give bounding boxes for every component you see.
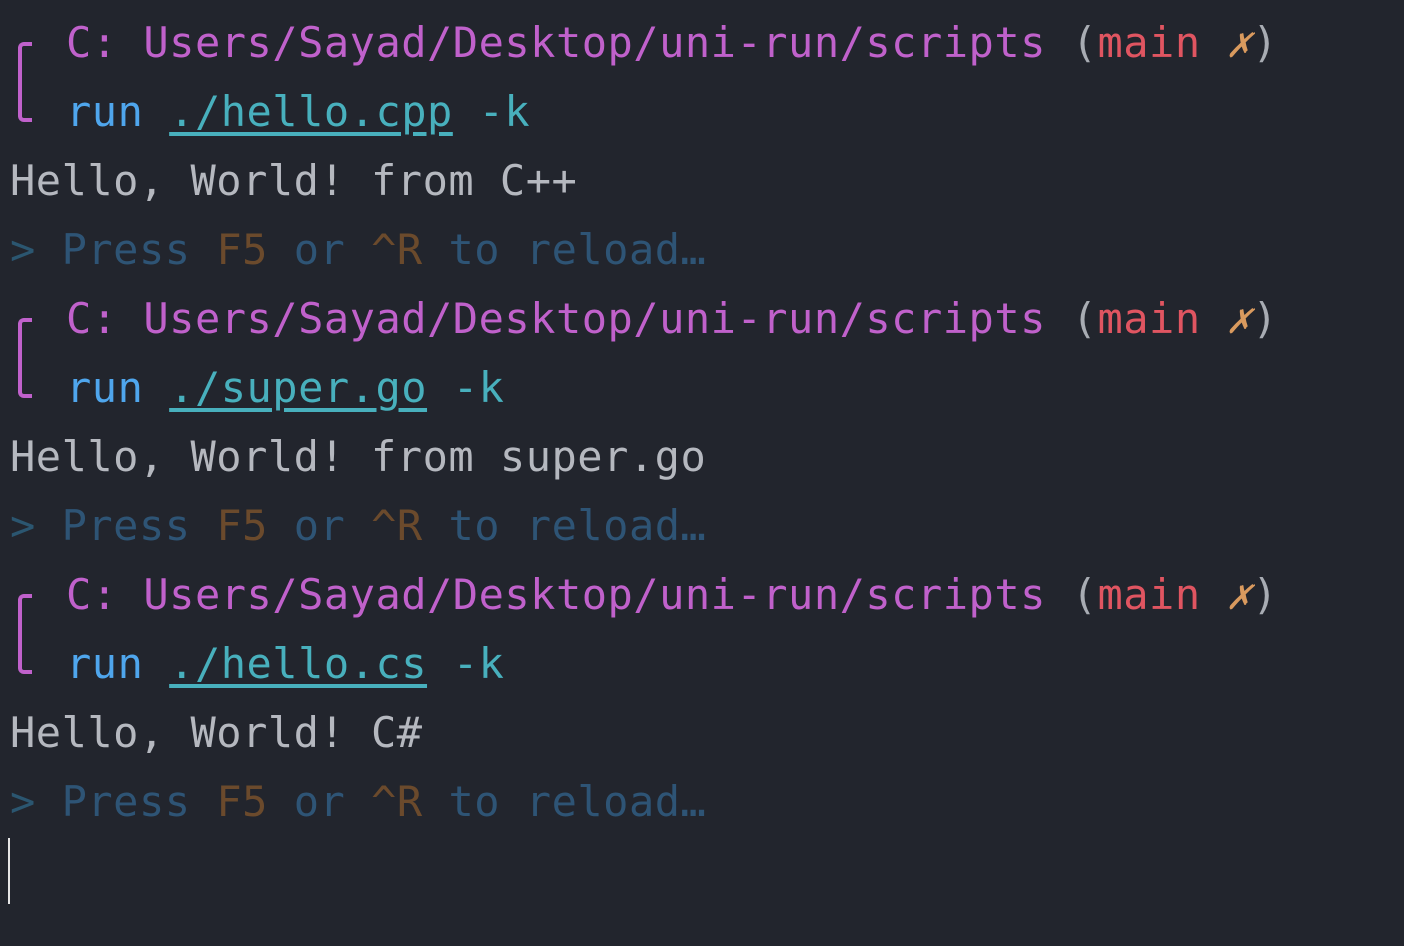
paren-close: ): [1252, 18, 1279, 67]
prompt-line: C: Users/Sayad/Desktop/uni-run/scripts (…: [66, 560, 1278, 629]
reload-hint: > Press F5 or ^R to reload…: [10, 215, 706, 284]
hint-rest: to reload…: [448, 501, 707, 550]
file-link[interactable]: ./hello.cs: [169, 639, 427, 688]
reload-hint: > Press F5 or ^R to reload…: [10, 767, 706, 836]
command-name: run: [66, 363, 144, 412]
command-line: run ./hello.cpp -k: [66, 77, 530, 146]
prompt-line: C: Users/Sayad/Desktop/uni-run/scripts (…: [66, 284, 1278, 353]
hint-rest: to reload…: [448, 777, 707, 826]
prompt-path: Users/Sayad/Desktop/uni-run/scripts: [143, 18, 1046, 67]
command-name: run: [66, 87, 144, 136]
file-link[interactable]: ./super.go: [169, 363, 427, 412]
git-dirty-icon: ✗: [1226, 294, 1253, 343]
prompt-path: Users/Sayad/Desktop/uni-run/scripts: [143, 570, 1046, 619]
hint-press: Press: [61, 225, 191, 274]
hint-key-f5: F5: [216, 777, 268, 826]
hint-arrow: >: [10, 777, 36, 826]
text-cursor[interactable]: [8, 838, 10, 904]
hint-or: or: [293, 501, 346, 550]
hint-key-ctrl-r: ^R: [371, 225, 423, 274]
file-link[interactable]: ./hello.cpp: [169, 87, 453, 136]
prompt-bracket: [18, 42, 32, 122]
output-line: Hello, World! C#: [10, 708, 423, 757]
prompt-path: Users/Sayad/Desktop/uni-run/scripts: [143, 294, 1046, 343]
hint-key-ctrl-r: ^R: [371, 777, 423, 826]
hint-key-f5: F5: [216, 501, 268, 550]
prompt-drive: C:: [66, 294, 118, 343]
reload-hint: > Press F5 or ^R to reload…: [10, 491, 706, 560]
hint-or: or: [293, 225, 346, 274]
hint-key-f5: F5: [216, 225, 268, 274]
terminal-window[interactable]: C: Users/Sayad/Desktop/uni-run/scripts (…: [0, 0, 1404, 946]
hint-rest: to reload…: [448, 225, 707, 274]
command-flag: -k: [452, 639, 505, 688]
paren-open: (: [1071, 570, 1098, 619]
prompt-bracket: [18, 318, 32, 398]
output-line: Hello, World! from C++: [10, 156, 578, 205]
hint-press: Press: [61, 501, 191, 550]
command-flag: -k: [478, 87, 531, 136]
hint-press: Press: [61, 777, 191, 826]
prompt-drive: C:: [66, 18, 118, 67]
prompt-line: C: Users/Sayad/Desktop/uni-run/scripts (…: [66, 8, 1278, 77]
prompt-bracket: [18, 594, 32, 674]
git-branch: main: [1097, 570, 1201, 619]
command-flag: -k: [452, 363, 505, 412]
paren-open: (: [1071, 294, 1098, 343]
command-line: run ./hello.cs -k: [66, 629, 504, 698]
command-name: run: [66, 639, 144, 688]
hint-arrow: >: [10, 501, 36, 550]
paren-close: ): [1252, 294, 1279, 343]
command-line: run ./super.go -k: [66, 353, 504, 422]
git-branch: main: [1097, 18, 1201, 67]
git-dirty-icon: ✗: [1226, 570, 1253, 619]
output-line: Hello, World! from super.go: [10, 432, 707, 481]
git-dirty-icon: ✗: [1226, 18, 1253, 67]
paren-close: ): [1252, 570, 1279, 619]
git-branch: main: [1097, 294, 1201, 343]
hint-or: or: [293, 777, 346, 826]
paren-open: (: [1071, 18, 1098, 67]
hint-key-ctrl-r: ^R: [371, 501, 423, 550]
hint-arrow: >: [10, 225, 36, 274]
prompt-drive: C:: [66, 570, 118, 619]
